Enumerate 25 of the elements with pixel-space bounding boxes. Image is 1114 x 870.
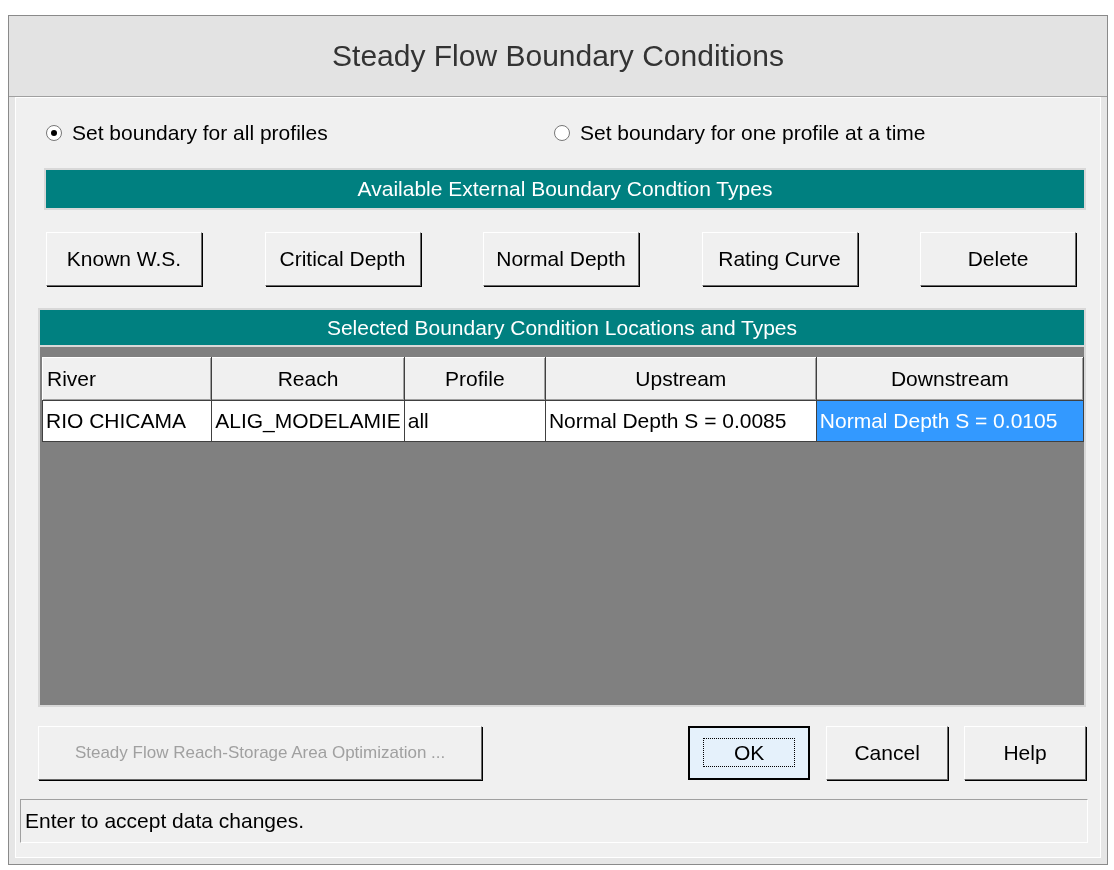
dialog-button[interactable]: Help bbox=[964, 726, 1086, 780]
column-header[interactable]: River bbox=[42, 357, 212, 401]
table-cell[interactable]: Normal Depth S = 0.0085 bbox=[545, 400, 817, 442]
type-button[interactable]: Normal Depth bbox=[483, 232, 639, 286]
radio-label[interactable]: Set boundary for one profile at a time bbox=[580, 121, 926, 145]
radio-label[interactable]: Set boundary for all profiles bbox=[72, 121, 328, 145]
dialog-button[interactable]: Cancel bbox=[826, 726, 949, 780]
status-bar: Enter to accept data changes. bbox=[20, 799, 1088, 843]
type-button[interactable]: Delete bbox=[920, 232, 1076, 286]
type-button[interactable]: Rating Curve bbox=[701, 232, 858, 286]
table-cell[interactable]: RIO CHICAMA bbox=[42, 400, 212, 442]
column-header[interactable]: Reach bbox=[211, 357, 405, 401]
dialog-button[interactable]: OK bbox=[688, 726, 811, 780]
window-title: Steady Flow Boundary Conditions bbox=[332, 39, 784, 73]
type-button[interactable]: Known W.S. bbox=[46, 232, 202, 286]
column-header[interactable]: Profile bbox=[404, 357, 546, 401]
table-cell[interactable]: all bbox=[404, 400, 546, 442]
radio-button[interactable] bbox=[46, 125, 62, 141]
table-cell[interactable]: ALIG_MODELAMIE bbox=[211, 400, 405, 442]
section-header: Selected Boundary Condition Locations and Types bbox=[38, 308, 1086, 347]
type-button[interactable]: Critical Depth bbox=[264, 232, 421, 286]
column-header[interactable]: Upstream bbox=[545, 357, 817, 401]
radio-button[interactable] bbox=[554, 125, 570, 141]
section-header: Available External Boundary Condtion Types bbox=[44, 168, 1086, 210]
column-header[interactable]: Downstream bbox=[816, 357, 1084, 401]
